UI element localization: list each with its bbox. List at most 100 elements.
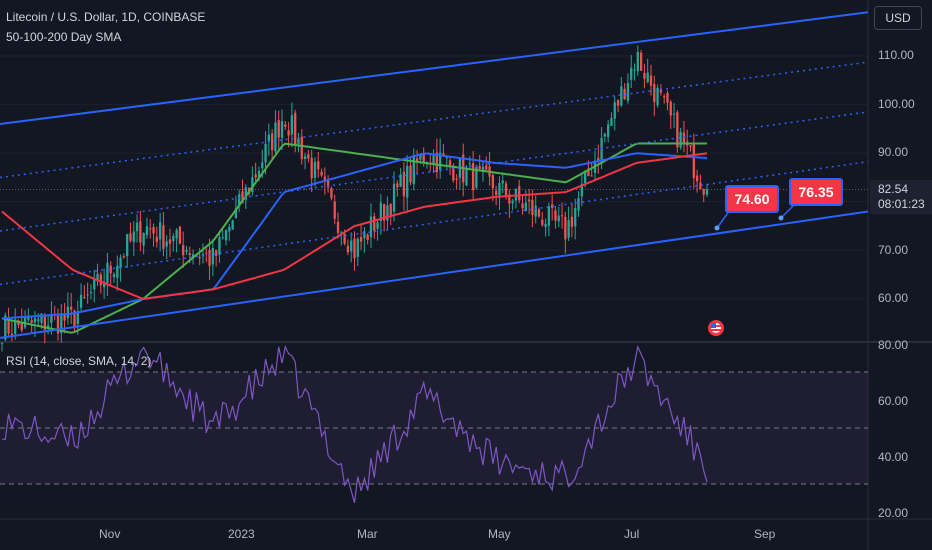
- flag-canton: [711, 323, 716, 328]
- candle-body: [303, 156, 307, 160]
- candle-body: [630, 67, 633, 80]
- candle-body: [86, 294, 89, 296]
- candle-body: [603, 133, 607, 137]
- candle-body: [373, 216, 376, 231]
- candle-body: [330, 188, 333, 199]
- channel-lines: [0, 11, 869, 339]
- channel-upper-line: [0, 11, 869, 126]
- candle-body: [643, 72, 646, 79]
- candle-body: [30, 320, 33, 323]
- candle-body: [557, 215, 560, 222]
- candle-body: [254, 174, 257, 178]
- time-tick-jul: Jul: [624, 527, 640, 541]
- price-callout-1[interactable]: 74.60: [725, 185, 779, 213]
- time-tick-sep: Sep: [754, 527, 776, 541]
- candle-body: [620, 86, 623, 106]
- time-tick-mar: Mar: [357, 527, 378, 541]
- candle-body: [386, 205, 389, 221]
- candle-body: [20, 322, 23, 331]
- candle-body: [155, 236, 158, 242]
- candle-body: [613, 102, 616, 119]
- candle-body: [676, 112, 679, 148]
- candle-body: [478, 165, 481, 170]
- candle-body: [218, 237, 221, 255]
- candle-body: [228, 226, 231, 232]
- candle-body: [70, 306, 73, 310]
- candle-body: [149, 228, 152, 230]
- price-tick-60: 60.00: [878, 291, 909, 305]
- rsi-tick-20: 20.00: [878, 506, 909, 520]
- candle-body: [656, 87, 659, 106]
- chart-canvas[interactable]: [0, 0, 932, 550]
- candle-body: [491, 175, 495, 189]
- candle-body: [636, 51, 639, 72]
- candle-body: [471, 163, 475, 190]
- candle-body: [96, 273, 99, 280]
- candle-body: [541, 219, 544, 226]
- candle-body: [649, 75, 653, 86]
- candle-body: [172, 235, 175, 242]
- candle-body: [353, 238, 356, 259]
- candle-body: [188, 253, 191, 255]
- candle-body: [89, 292, 93, 294]
- candle-body: [270, 133, 274, 151]
- candle-body: [547, 206, 551, 226]
- candle-body: [567, 220, 570, 238]
- candle-body: [465, 167, 468, 186]
- price-tick-110: 110.00: [878, 48, 914, 62]
- candle-body: [198, 257, 201, 259]
- candle-body: [50, 315, 53, 323]
- currency-button[interactable]: USD: [874, 6, 922, 30]
- candle-body: [300, 136, 303, 160]
- candle-body: [158, 222, 162, 240]
- candle-body: [106, 262, 109, 283]
- candle-body: [560, 215, 564, 217]
- candle-body: [317, 161, 320, 170]
- candle-body: [524, 202, 527, 212]
- candle-body: [574, 208, 577, 227]
- price-callout-2[interactable]: 76.35: [789, 178, 843, 206]
- candle-body: [392, 183, 396, 212]
- candle-body: [126, 234, 129, 257]
- candle-body: [564, 216, 567, 240]
- candle-body: [346, 245, 350, 253]
- candle-body: [672, 113, 676, 115]
- rsi-pane: [0, 371, 868, 485]
- candle-body: [224, 230, 228, 241]
- candle-body: [99, 274, 102, 286]
- candle-body: [590, 175, 593, 177]
- candle-body: [616, 100, 620, 106]
- candle-body: [412, 154, 415, 185]
- candle-body: [152, 227, 155, 234]
- candle-body: [277, 120, 280, 138]
- candle-body: [626, 83, 630, 101]
- candle-body: [162, 225, 165, 249]
- candle-body: [145, 226, 149, 236]
- rsi-label: RSI (14, close, SMA, 14, 2): [6, 354, 152, 368]
- candle-body: [448, 160, 452, 166]
- candle-body: [214, 250, 218, 256]
- rsi-tick-40: 40.00: [878, 450, 909, 464]
- candle-body: [544, 223, 547, 228]
- candle-body: [211, 247, 214, 265]
- candle-body: [666, 92, 669, 103]
- candle-body: [313, 161, 317, 178]
- candle-body: [205, 252, 208, 254]
- us-flag-event-icon[interactable]: [706, 318, 726, 338]
- candle-body: [521, 203, 524, 209]
- candle-body: [178, 226, 182, 244]
- candle-body: [498, 183, 501, 196]
- candle-body: [231, 220, 234, 230]
- candle-body: [33, 318, 37, 323]
- rsi-tick-80: 80.00: [878, 338, 909, 352]
- time-tick-may: May: [488, 527, 511, 541]
- candle-body: [432, 155, 435, 164]
- candle-body: [455, 178, 458, 180]
- chart-title: Litecoin / U.S. Dollar, 1D, COINBASE: [6, 10, 206, 24]
- candle-body: [333, 201, 336, 219]
- candle-body: [359, 237, 363, 242]
- candle-body: [182, 245, 185, 256]
- candle-body: [376, 222, 379, 229]
- price-tick-90: 90.00: [878, 145, 909, 159]
- candle-body: [261, 162, 264, 169]
